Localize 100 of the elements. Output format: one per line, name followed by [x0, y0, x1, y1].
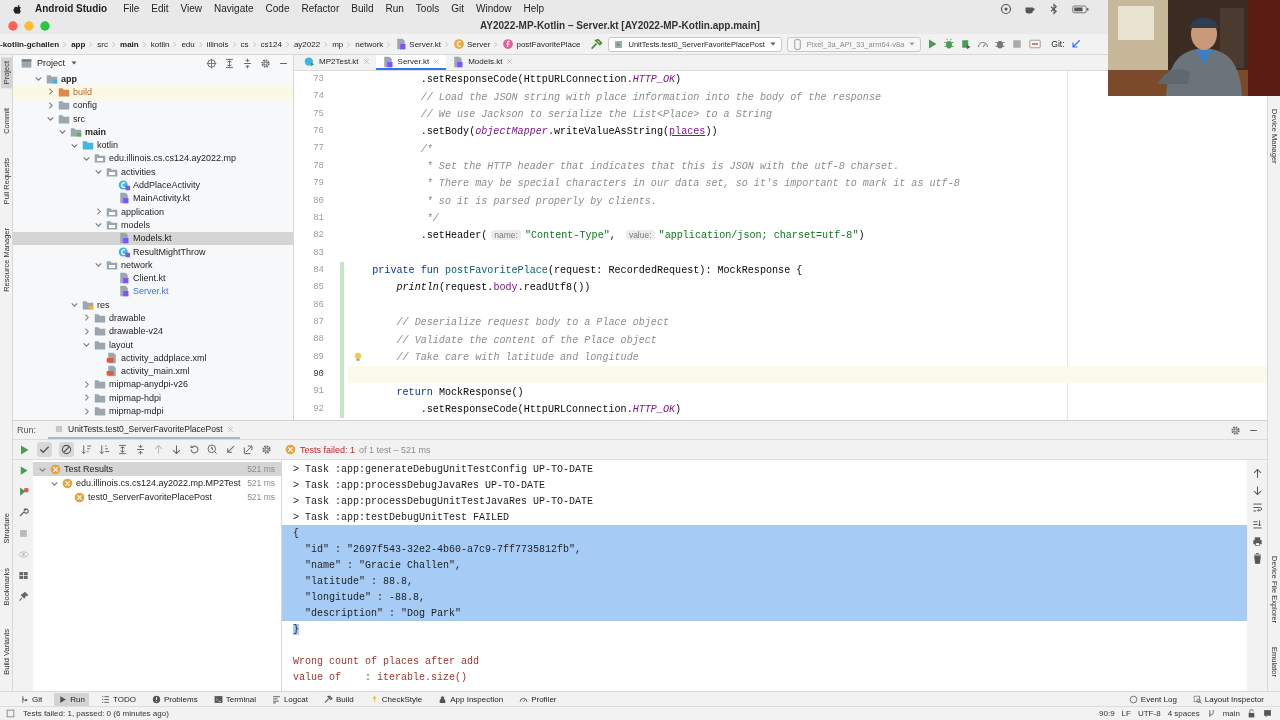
- square-icon[interactable]: [6, 709, 15, 718]
- chevron-icon[interactable]: [81, 340, 91, 350]
- scroll-to-end-icon[interactable]: [1251, 519, 1263, 530]
- coverage-icon[interactable]: [960, 38, 973, 50]
- menu-item[interactable]: File: [123, 3, 140, 14]
- menu-item[interactable]: Help: [523, 3, 545, 14]
- sort-icon[interactable]: [99, 444, 110, 455]
- menu-item[interactable]: Tools: [415, 3, 440, 14]
- test-tree-item[interactable]: edu.illinois.cs.cs124.ay2022.mp.MP2Test 521 ms: [33, 476, 281, 490]
- export-icon[interactable]: [243, 444, 254, 455]
- tree-item[interactable]: application: [13, 204, 293, 219]
- editor-tab[interactable]: Models.kt: [446, 55, 520, 70]
- close-icon[interactable]: [8, 20, 18, 31]
- locate-icon[interactable]: [206, 57, 217, 69]
- zoom-icon[interactable]: [40, 20, 50, 31]
- menu-item[interactable]: Build: [351, 3, 374, 14]
- tree-item[interactable]: layout: [13, 337, 293, 352]
- bluetooth-icon[interactable]: [1048, 2, 1060, 15]
- indent-setting[interactable]: 4 spaces: [1167, 709, 1200, 718]
- tool-window-tab[interactable]: Terminal: [209, 692, 260, 706]
- tree-item[interactable]: config: [13, 98, 293, 112]
- tree-item[interactable]: MainActivity.kt: [13, 191, 293, 205]
- chevron-icon[interactable]: [33, 74, 43, 84]
- breadcrumb[interactable]: mp: [332, 39, 344, 49]
- menu-item[interactable]: Navigate: [214, 3, 254, 14]
- stop-icon[interactable]: [1011, 38, 1024, 50]
- show-passed-toggle[interactable]: [37, 442, 52, 457]
- editor-tab[interactable]: Server.kt: [375, 55, 447, 70]
- breadcrumb[interactable]: Server.kt: [395, 38, 441, 50]
- bulb-icon[interactable]: [353, 350, 363, 363]
- settings-icon[interactable]: [261, 444, 272, 455]
- tool-window-tab[interactable]: Layout Inspector: [1188, 692, 1268, 706]
- bug-icon[interactable]: [943, 38, 956, 50]
- tree-item[interactable]: AddPlaceActivity: [13, 178, 293, 192]
- tree-item[interactable]: mipmap-hdpi: [13, 391, 293, 405]
- tree-item[interactable]: src: [13, 111, 293, 126]
- tool-window-tab[interactable]: TODO: [96, 692, 140, 706]
- collapse-all-icon[interactable]: [242, 57, 253, 69]
- settings-icon[interactable]: [1230, 424, 1241, 436]
- print-icon[interactable]: [1251, 536, 1263, 547]
- breadcrumb[interactable]: cs: [240, 39, 249, 49]
- run-icon[interactable]: [18, 443, 30, 456]
- tool-window-tab[interactable]: Event Log: [1124, 692, 1181, 706]
- chevron-icon[interactable]: [69, 300, 79, 310]
- down-arrow-icon[interactable]: [171, 444, 182, 455]
- chevron-icon[interactable]: [93, 260, 103, 270]
- tree-item[interactable]: mipmap-mdpi: [13, 404, 293, 418]
- tool-window-tab[interactable]: Git: [16, 692, 47, 706]
- tree-item[interactable]: Models.kt: [13, 231, 293, 245]
- chevron-icon[interactable]: [45, 114, 55, 124]
- pin-icon[interactable]: [17, 591, 29, 602]
- breadcrumb[interactable]: edu: [181, 39, 195, 49]
- menu-item[interactable]: Window: [476, 3, 512, 14]
- tree-item[interactable]: models: [13, 218, 293, 232]
- tree-item[interactable]: activity_addplace.xml: [13, 351, 293, 365]
- project-view-dropdown[interactable]: Project: [21, 57, 78, 69]
- up-arrow-icon[interactable]: [1251, 468, 1263, 479]
- breadcrumb[interactable]: ay2022: [293, 39, 321, 49]
- tool-window-tab[interactable]: Logcat: [267, 692, 312, 706]
- test-tree-item[interactable]: test0_ServerFavoritePlacePost 521 ms: [33, 490, 281, 504]
- editor-tab[interactable]: MP2Test.kt: [298, 55, 376, 70]
- circle-icon[interactable]: [1000, 2, 1012, 15]
- expand-all-icon[interactable]: [224, 57, 235, 69]
- update-arrow-icon[interactable]: [1069, 38, 1082, 50]
- menu-item[interactable]: View: [180, 3, 203, 14]
- clock-icon[interactable]: [207, 444, 218, 455]
- bug-icon[interactable]: [994, 38, 1007, 50]
- breadcrumb[interactable]: main: [120, 39, 139, 49]
- breadcrumb[interactable]: app: [71, 39, 86, 49]
- tree-item[interactable]: edu.illinois.cs.cs124.ay2022.mp: [13, 151, 293, 166]
- tree-item[interactable]: activities: [13, 165, 293, 179]
- git-branch[interactable]: main: [1222, 709, 1240, 718]
- tree-item[interactable]: build: [13, 85, 293, 99]
- tool-window-tab[interactable]: App Inspection: [434, 692, 508, 706]
- tree-item[interactable]: Server.kt: [13, 284, 293, 299]
- menu-item[interactable]: Edit: [151, 3, 169, 14]
- tree-item[interactable]: Client.kt: [13, 271, 293, 285]
- breadcrumb[interactable]: src: [97, 39, 109, 49]
- breadcrumb[interactable]: network: [355, 39, 384, 49]
- tool-window-tab[interactable]: Build: [319, 692, 358, 706]
- trash-icon[interactable]: [1251, 553, 1263, 564]
- breadcrumb[interactable]: cs124: [260, 39, 282, 49]
- breadcrumb[interactable]: postFavoritePlace: [502, 38, 581, 50]
- tree-item[interactable]: activity_main.xml: [13, 364, 293, 378]
- apple-icon[interactable]: [12, 2, 23, 15]
- battery-icon[interactable]: [1072, 2, 1090, 15]
- hammer-icon[interactable]: [590, 37, 604, 51]
- menu-item[interactable]: Code: [265, 3, 290, 14]
- rerun-failed-icon[interactable]: [17, 486, 29, 497]
- tree-item[interactable]: res: [13, 298, 293, 312]
- tree-item[interactable]: drawable-v24: [13, 324, 293, 338]
- layout-icon[interactable]: [17, 570, 29, 581]
- import-icon[interactable]: [225, 444, 236, 455]
- chevron-icon[interactable]: [93, 167, 103, 177]
- rerun-icon[interactable]: [189, 444, 200, 455]
- tree-item[interactable]: mipmap-anydpi-v26: [13, 377, 293, 392]
- stop-icon[interactable]: [17, 528, 29, 539]
- test-tree-item[interactable]: Test Results 521 ms: [33, 462, 281, 476]
- breadcrumb[interactable]: Server: [452, 38, 491, 50]
- cursor-position[interactable]: 90:9: [1099, 709, 1115, 718]
